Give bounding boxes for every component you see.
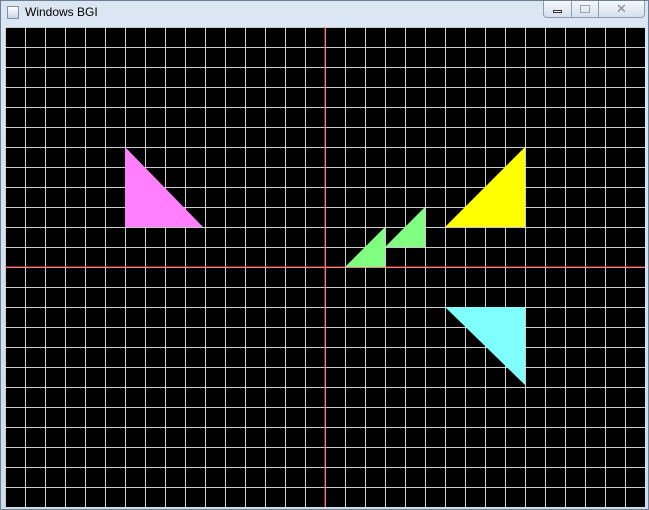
minimize-icon [553, 10, 562, 13]
app-icon[interactable] [7, 6, 19, 19]
app-window: Windows BGI ✕ [0, 0, 649, 510]
graphics-canvas[interactable] [5, 27, 645, 507]
close-button[interactable]: ✕ [598, 1, 645, 18]
graphics-svg [5, 27, 645, 507]
close-icon: ✕ [616, 1, 627, 16]
maximize-icon [580, 5, 590, 13]
minimize-button[interactable] [543, 1, 572, 18]
title-bar[interactable]: Windows BGI ✕ [1, 1, 648, 25]
axis-lines [5, 27, 645, 507]
maximize-button [571, 1, 599, 18]
window-title: Windows BGI [25, 5, 98, 19]
